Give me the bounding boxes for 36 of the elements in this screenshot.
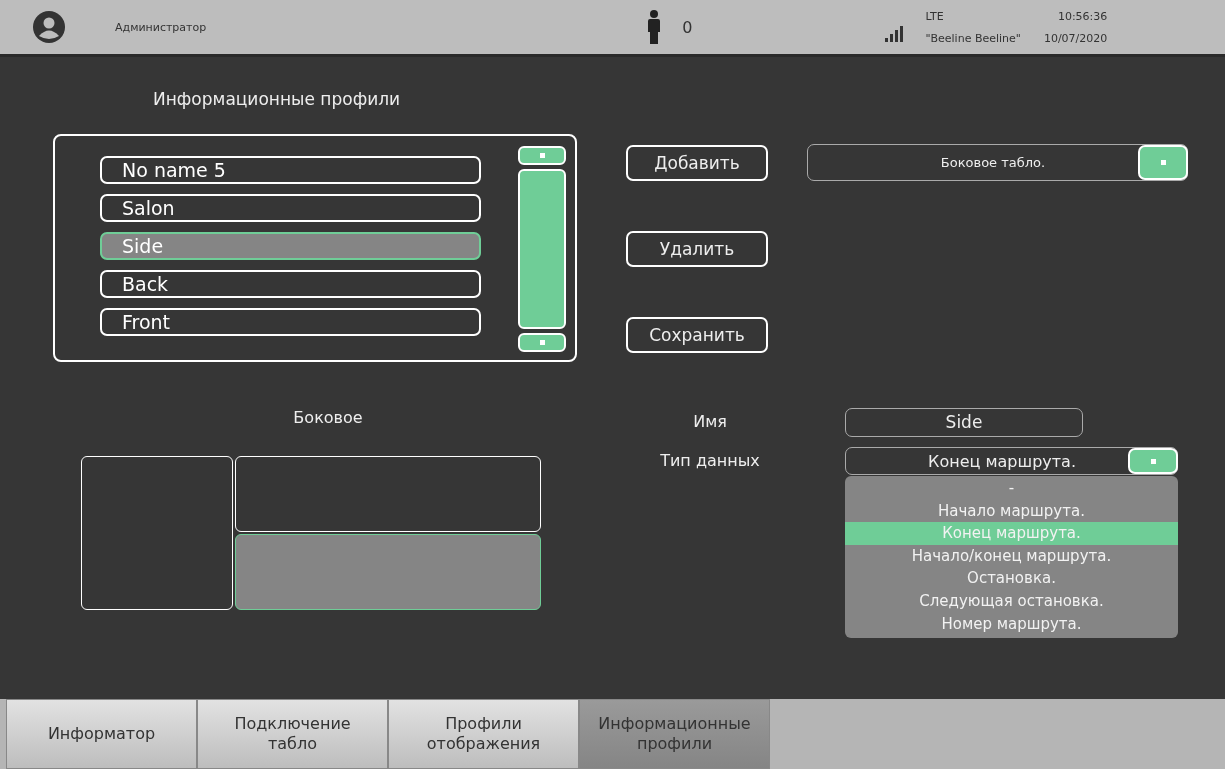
type-select[interactable]: Конец маршрута. — [845, 447, 1178, 475]
nav-tab[interactable]: Информационные профили — [579, 699, 770, 769]
scroll-up-button[interactable] — [518, 146, 566, 165]
square-icon — [1150, 458, 1156, 464]
preview-title: Боковое — [292, 408, 364, 429]
person-count: 0 — [682, 17, 693, 37]
person-icon — [647, 10, 662, 44]
name-label: Имя — [692, 411, 728, 433]
square-icon — [539, 153, 545, 158]
scroll-down-button[interactable] — [518, 333, 566, 352]
profile-item[interactable]: Side — [100, 232, 482, 260]
scrollbar-thumb[interactable] — [518, 169, 566, 329]
operator-name: "Beeline Beeline" — [925, 31, 1021, 45]
action-button[interactable]: Добавить — [626, 145, 768, 181]
name-field[interactable]: Side — [845, 408, 1083, 437]
action-button[interactable]: Удалить — [626, 231, 768, 267]
section-title: Информационные профили — [152, 89, 402, 111]
user-avatar-icon — [33, 11, 65, 43]
action-button[interactable]: Сохранить — [626, 317, 768, 353]
square-icon — [1160, 160, 1166, 165]
display-select[interactable]: Боковое табло. — [807, 144, 1188, 181]
dropdown-button[interactable] — [1128, 448, 1178, 474]
nav-tab[interactable]: Профили отображения — [388, 699, 579, 769]
clock-date: 10/07/2020 — [1043, 31, 1108, 45]
profile-item[interactable]: No name 5 — [100, 156, 482, 184]
profile-item[interactable]: Salon — [100, 194, 482, 222]
nav-tab[interactable]: Подключение табло — [197, 699, 388, 769]
network-type: LTE — [925, 9, 945, 23]
type-label: Тип данных — [659, 450, 761, 472]
clock-time: 10:56:36 — [1057, 9, 1108, 23]
square-icon — [539, 340, 545, 345]
profile-item[interactable]: Back — [100, 270, 482, 298]
signal-icon — [885, 26, 904, 42]
user-name: Администратор — [115, 20, 207, 34]
nav-tab[interactable]: Информатор — [6, 699, 197, 769]
profile-item[interactable]: Front — [100, 308, 482, 336]
